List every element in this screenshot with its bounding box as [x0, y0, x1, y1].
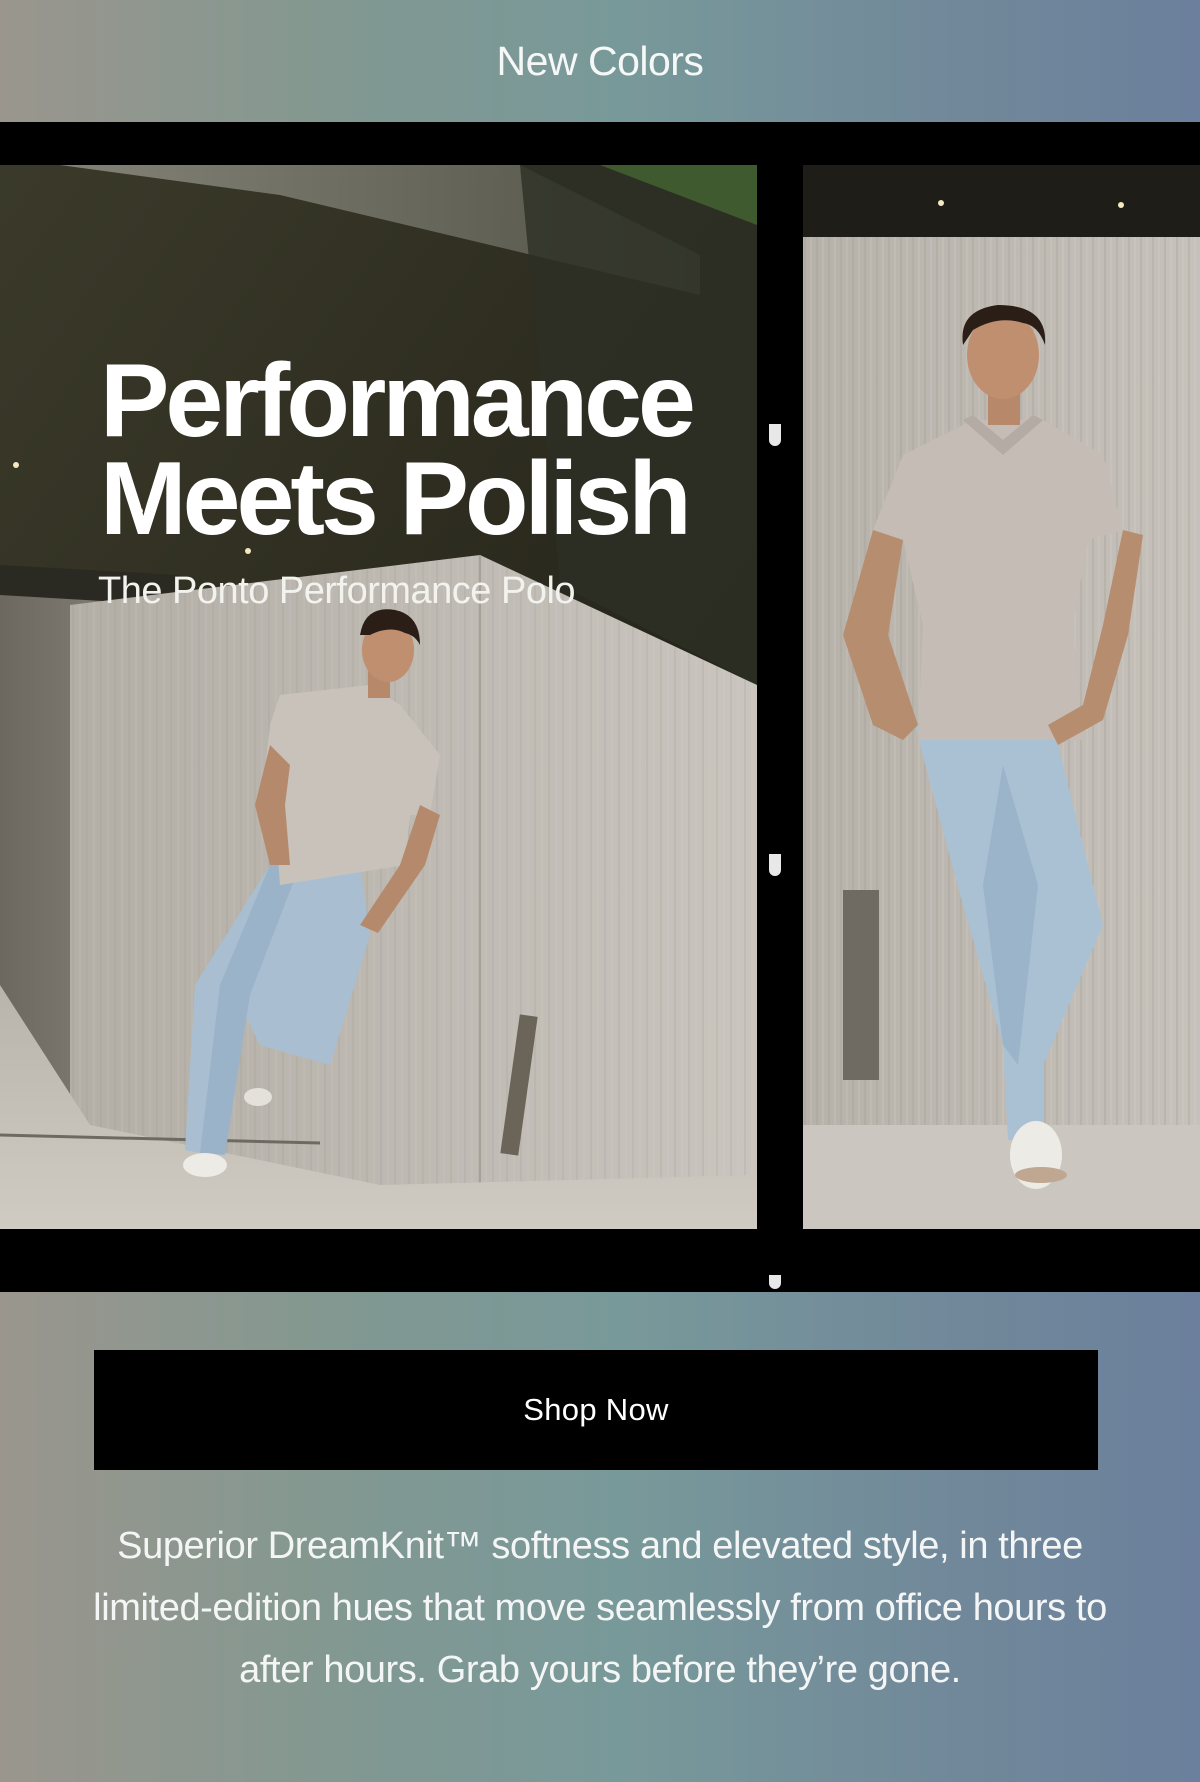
film-strip: Performance Meets Polish The Ponto Perfo… — [0, 122, 1200, 1292]
shop-now-button[interactable]: Shop Now — [94, 1350, 1098, 1470]
hero-photo-closeup-illustration — [803, 165, 1200, 1229]
cta-container: Shop Now — [94, 1350, 1098, 1470]
film-sprocket-mark — [769, 1275, 781, 1289]
top-banner: New Colors — [0, 0, 1200, 122]
film-sprocket-mark — [769, 424, 781, 446]
hero-title-line-1: Performance — [100, 343, 696, 459]
email-page: New Colors Performance Meets Polish The … — [0, 0, 1200, 1782]
banner-label: New Colors — [496, 37, 704, 84]
hero-photo-wide[interactable] — [0, 165, 757, 1229]
hero-title: Performance Meets Polish — [100, 343, 760, 557]
hero-photo-closeup[interactable] — [803, 165, 1200, 1229]
hero-subtitle: The Ponto Performance Polo — [98, 570, 576, 612]
hero-photo-wide-illustration — [0, 165, 757, 1229]
hero-title-line-2: Meets Polish — [100, 441, 692, 557]
film-sprocket-mark — [769, 854, 781, 876]
body-copy: Superior DreamKnit™ softness and elevate… — [93, 1525, 1107, 1691]
